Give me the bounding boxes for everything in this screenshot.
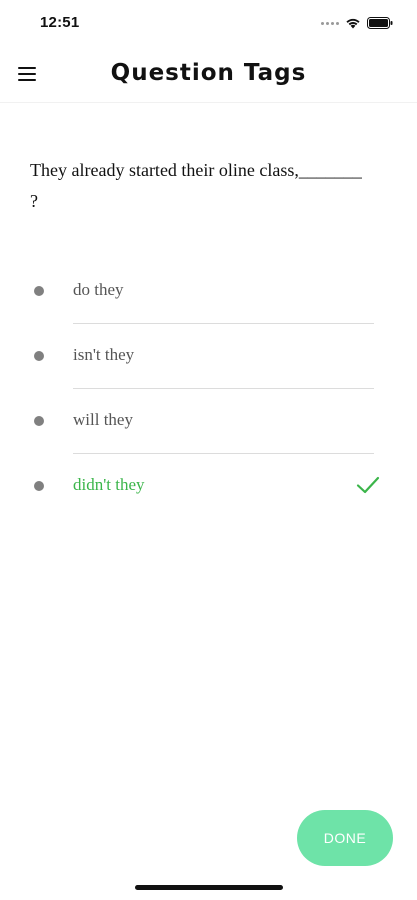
- checkmark-icon: [356, 476, 380, 494]
- battery-icon: [367, 17, 393, 29]
- app-header: Question Tags: [0, 48, 417, 103]
- bullet-icon: [34, 481, 44, 491]
- answer-option-label: isn't they: [73, 345, 135, 364]
- status-bar: 12:51: [0, 0, 417, 48]
- wifi-icon: [346, 18, 360, 29]
- status-icons: [321, 16, 393, 30]
- home-indicator: [135, 885, 283, 890]
- done-button[interactable]: DONE: [297, 810, 393, 866]
- answer-option-label: do they: [73, 280, 124, 299]
- answer-option[interactable]: will they: [0, 389, 417, 454]
- bullet-icon: [34, 416, 44, 426]
- answer-option[interactable]: do they: [0, 259, 417, 324]
- bullet-icon: [34, 351, 44, 361]
- status-time: 12:51: [40, 14, 80, 31]
- answer-option-correct[interactable]: didn't they: [0, 454, 417, 519]
- signal-icon: [321, 21, 339, 25]
- page-title: Question Tags: [110, 60, 307, 86]
- answer-option[interactable]: isn't they: [0, 324, 417, 389]
- answer-options-list: do they isn't they will they didn't they: [0, 259, 417, 519]
- answer-option-label: will they: [73, 410, 133, 429]
- question-text: They already started their oline class,_…: [30, 160, 362, 211]
- answer-option-label: didn't they: [73, 475, 145, 494]
- bullet-icon: [34, 286, 44, 296]
